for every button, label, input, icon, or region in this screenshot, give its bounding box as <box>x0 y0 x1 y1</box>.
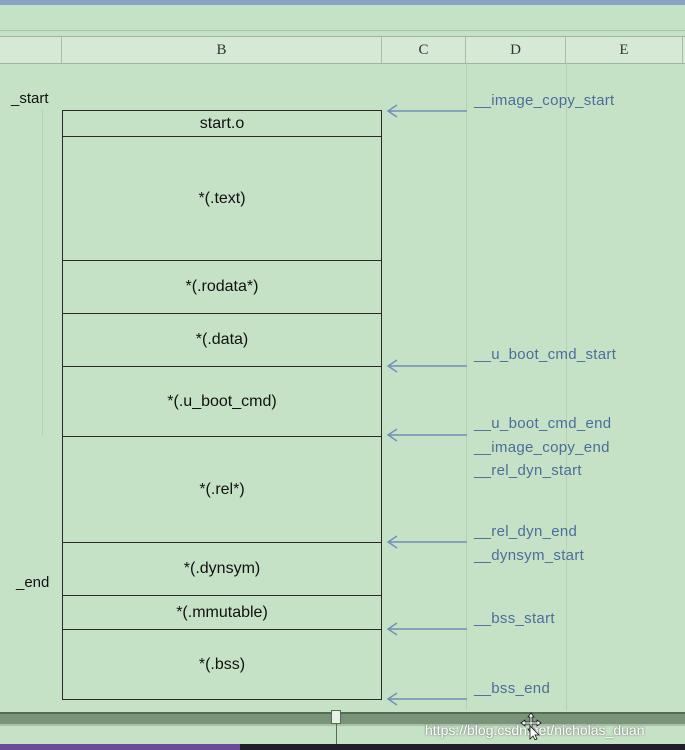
column-header-d[interactable]: D <box>466 37 566 63</box>
split-handle[interactable] <box>331 710 341 724</box>
start-symbol: _start <box>11 90 49 107</box>
section-data: *(.data) <box>62 313 382 367</box>
section-bss: *(.bss) <box>62 629 382 700</box>
section-rodata: *(.rodata*) <box>62 260 382 314</box>
symbol-bss-start: __bss_start <box>474 610 555 627</box>
taskbar-left <box>0 744 240 750</box>
column-header-row: B C D E <box>0 36 685 64</box>
symbol-rel-dyn-end: __rel_dyn_end <box>474 523 578 540</box>
column-header-e[interactable]: E <box>566 37 683 63</box>
section-dynsym: *(.dynsym) <box>62 542 382 596</box>
symbol-bss-end: __bss_end <box>474 680 551 697</box>
symbol-u-boot-cmd-start: __u_boot_cmd_start <box>474 346 617 363</box>
formula-row <box>0 5 685 31</box>
column-header-c[interactable]: C <box>382 37 466 63</box>
taskbar-right <box>240 744 685 750</box>
section-label: *(.rel*) <box>199 480 245 498</box>
gridline-col-d <box>466 62 467 710</box>
section-mmutable: *(.mmutable) <box>62 595 382 630</box>
section-label: *(.text) <box>198 189 246 207</box>
symbol-dynsym-start: __dynsym_start <box>474 547 585 564</box>
section-u-boot-cmd: *(.u_boot_cmd) <box>62 366 382 437</box>
arrow-u-boot-cmd-end <box>386 428 467 442</box>
section-start-o: start.o <box>62 110 382 137</box>
symbol-rel-dyn-start: __rel_dyn_start <box>474 462 582 479</box>
arrow-bss-start <box>386 622 467 636</box>
column-header-b[interactable]: B <box>62 37 382 63</box>
row-header-corner[interactable] <box>0 37 62 63</box>
section-label: *(.dynsym) <box>183 560 261 577</box>
arrow-rel-dyn-end <box>386 535 467 549</box>
arrow-image-copy-start <box>386 104 467 118</box>
gridline-left <box>42 110 43 435</box>
symbol-u-boot-cmd-end: __u_boot_cmd_end <box>474 415 612 432</box>
symbol-image-copy-end: __image_copy_end <box>474 439 610 456</box>
move-cursor-icon <box>520 712 542 740</box>
section-label: *(.mmutable) <box>176 603 268 621</box>
section-label: *(.rodata*) <box>185 278 259 295</box>
symbol-image-copy-start: __image_copy_start <box>474 92 615 109</box>
section-label: *(.u_boot_cmd) <box>167 392 277 410</box>
section-label: *(.bss) <box>198 655 246 673</box>
arrow-bss-end <box>386 692 467 706</box>
arrow-u-boot-cmd-start <box>386 359 467 373</box>
end-symbol: _end <box>16 574 50 591</box>
section-rel: *(.rel*) <box>62 436 382 543</box>
gridline-col-e <box>566 62 567 710</box>
section-label: start.o <box>199 114 245 132</box>
section-label: *(.data) <box>195 331 249 348</box>
section-text: *(.text) <box>62 136 382 261</box>
